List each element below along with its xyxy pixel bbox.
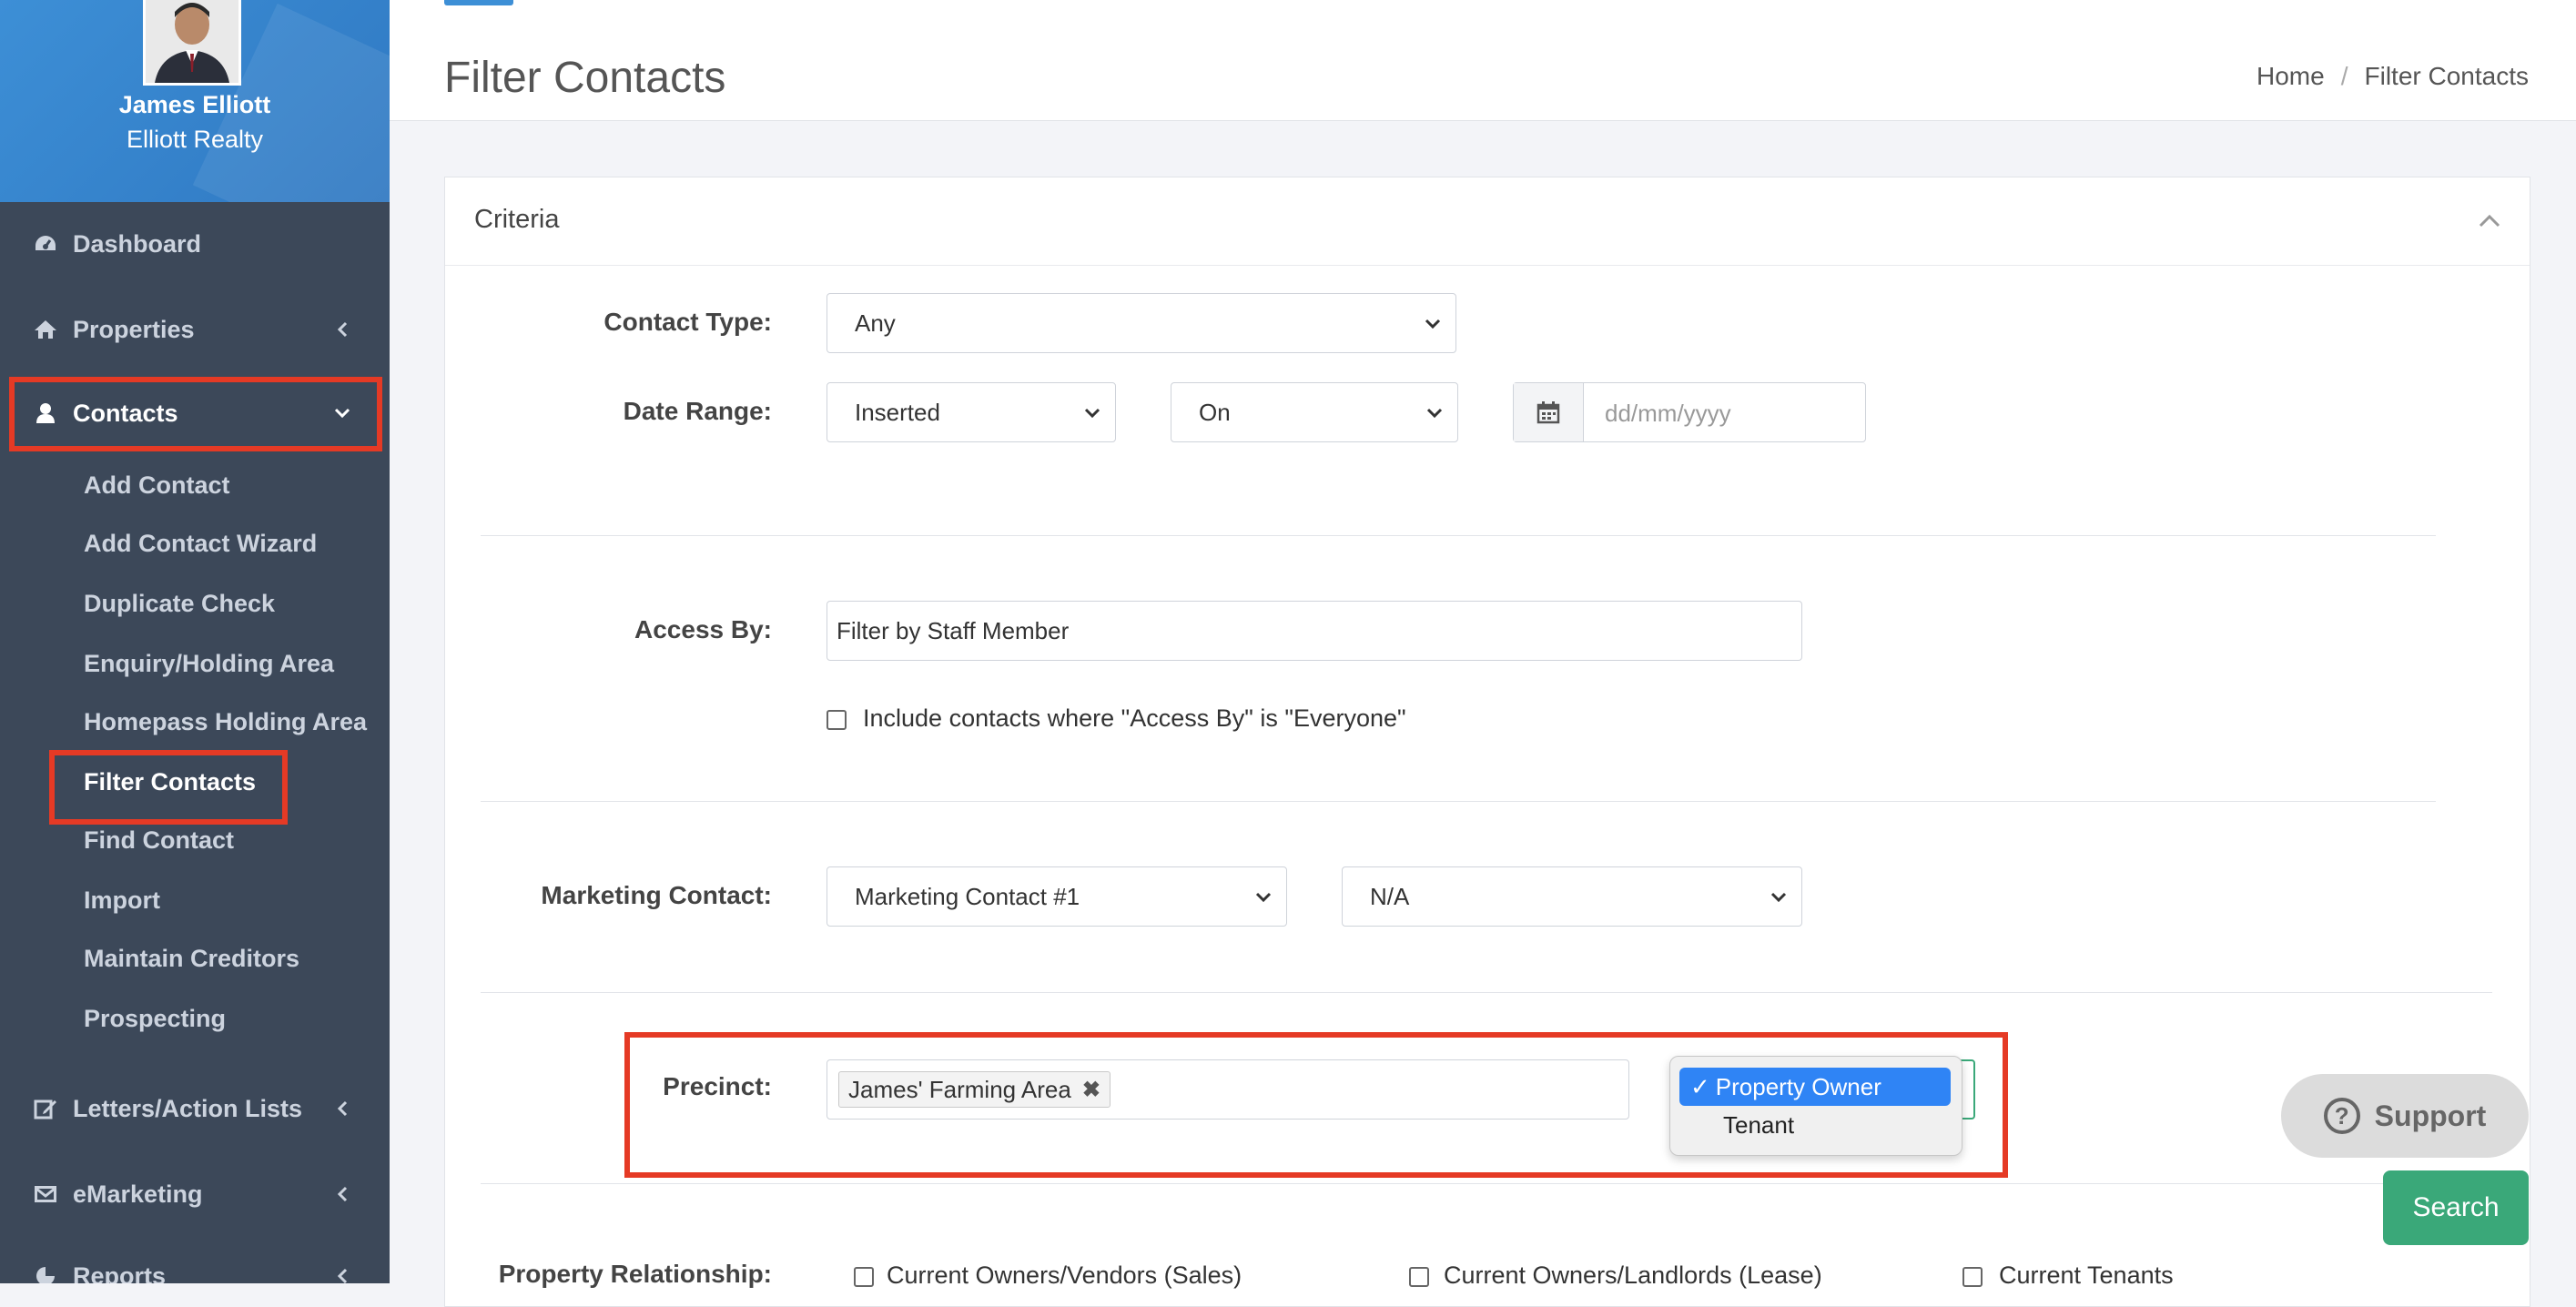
chevron-left-icon [331, 319, 353, 340]
sidebar-item-find-contact[interactable]: Find Contact [84, 826, 234, 855]
support-button[interactable]: ? Support [2281, 1074, 2529, 1158]
sidebar: James Elliott Elliott Realty Dashboard P… [0, 0, 390, 1283]
sidebar-item-add-contact[interactable]: Add Contact [84, 471, 229, 500]
nav-reports-label: Reports [73, 1261, 167, 1284]
date-input-group: dd/mm/yyyy [1513, 382, 1866, 442]
contact-type-select[interactable]: Any [827, 293, 1456, 353]
divider [481, 801, 2436, 802]
sidebar-item-add-contact-wizard[interactable]: Add Contact Wizard [84, 530, 317, 558]
nav-emarketing-label: eMarketing [73, 1180, 203, 1208]
current-tenants-checkbox[interactable] [1962, 1267, 1983, 1287]
nav-letters[interactable]: Letters/Action Lists [0, 1081, 390, 1136]
nav-reports[interactable]: Reports [0, 1249, 390, 1283]
marketing-contact-label: Marketing Contact: [541, 881, 772, 909]
current-owners-sales-label: Current Owners/Vendors (Sales) [887, 1261, 1242, 1289]
sidebar-item-duplicate-check[interactable]: Duplicate Check [84, 590, 275, 618]
chevron-left-icon [331, 1183, 353, 1205]
property-relationship-label: Property Relationship: [498, 1260, 772, 1288]
highlight-contacts [9, 377, 382, 451]
date-field-select[interactable]: Inserted [827, 382, 1116, 442]
marketing-option-select[interactable]: N/A [1342, 866, 1802, 927]
nav-dashboard[interactable]: Dashboard [0, 217, 390, 271]
current-owners-lease-checkbox[interactable] [1409, 1267, 1429, 1287]
date-range-label: Date Range: [623, 397, 772, 425]
breadcrumb-home[interactable]: Home [2257, 62, 2325, 90]
highlight-precinct [624, 1032, 2008, 1178]
include-everyone-label: Include contacts where "Access By" is "E… [863, 704, 1406, 732]
current-tenants-label: Current Tenants [1999, 1261, 2174, 1289]
highlight-filter-contacts [49, 750, 288, 825]
chevron-down-icon [1425, 319, 1441, 329]
search-button[interactable]: Search [2383, 1170, 2529, 1245]
divider [481, 535, 2436, 536]
user-company: Elliott Realty [126, 126, 264, 153]
breadcrumb: Home / Filter Contacts [2257, 62, 2529, 91]
date-field-value: Inserted [855, 398, 940, 426]
avatar[interactable] [143, 0, 241, 86]
pie-chart-icon [33, 1263, 58, 1283]
date-input[interactable]: dd/mm/yyyy [1605, 400, 1731, 428]
envelope-icon [33, 1181, 58, 1207]
chevron-down-icon [1255, 892, 1272, 903]
divider [481, 1183, 2492, 1184]
divider [481, 992, 2492, 993]
nav-dashboard-label: Dashboard [73, 229, 202, 258]
access-by-value: Filter by Staff Member [837, 616, 1070, 644]
top-tab[interactable] [444, 0, 513, 5]
sidebar-item-import[interactable]: Import [84, 887, 160, 915]
card-header[interactable]: Criteria [445, 177, 2530, 266]
access-by-label: Access By: [634, 615, 772, 643]
marketing-contact-value: Marketing Contact #1 [855, 882, 1080, 910]
sidebar-item-homepass-holding[interactable]: Homepass Holding Area [84, 708, 367, 736]
user-name: James Elliott [118, 91, 271, 118]
sidebar-item-maintain-creditors[interactable]: Maintain Creditors [84, 945, 299, 973]
chevron-left-icon [331, 1098, 353, 1120]
top-bar [390, 0, 2576, 37]
access-by-input[interactable]: Filter by Staff Member [827, 601, 1802, 661]
chevron-down-icon [1426, 408, 1443, 419]
contact-type-value: Any [855, 309, 896, 337]
page-title: Filter Contacts [444, 54, 726, 102]
nav-letters-label: Letters/Action Lists [73, 1094, 303, 1122]
home-icon [33, 317, 58, 342]
sidebar-item-enquiry-holding[interactable]: Enquiry/Holding Area [84, 650, 334, 678]
date-operator-select[interactable]: On [1171, 382, 1458, 442]
dashboard-icon [33, 231, 58, 257]
breadcrumb-separator: / [2340, 62, 2348, 90]
chevron-down-icon [1770, 892, 1787, 903]
marketing-option-value: N/A [1370, 882, 1410, 910]
support-label: Support [2374, 1099, 2487, 1132]
chevron-left-icon [331, 1265, 353, 1283]
current-owners-sales-checkbox[interactable] [854, 1267, 874, 1287]
marketing-contact-select[interactable]: Marketing Contact #1 [827, 866, 1287, 927]
date-operator-value: On [1199, 398, 1231, 426]
nav-emarketing[interactable]: eMarketing [0, 1167, 390, 1221]
calendar-icon[interactable] [1514, 383, 1584, 441]
nav-properties-label: Properties [73, 315, 195, 343]
include-everyone-checkbox[interactable] [827, 710, 847, 730]
profile-panel: James Elliott Elliott Realty [0, 0, 390, 202]
chevron-up-icon[interactable] [2477, 208, 2502, 234]
current-owners-lease-label: Current Owners/Landlords (Lease) [1444, 1261, 1822, 1289]
breadcrumb-current: Filter Contacts [2364, 62, 2530, 90]
question-icon: ? [2323, 1098, 2360, 1134]
edit-icon [33, 1096, 58, 1121]
nav-properties[interactable]: Properties [0, 302, 390, 357]
card-title: Criteria [474, 205, 560, 234]
contact-type-label: Contact Type: [603, 308, 772, 336]
sidebar-item-prospecting[interactable]: Prospecting [84, 1005, 226, 1033]
chevron-down-icon [1084, 408, 1100, 419]
title-bar: Filter Contacts Home / Filter Contacts [390, 36, 2576, 121]
